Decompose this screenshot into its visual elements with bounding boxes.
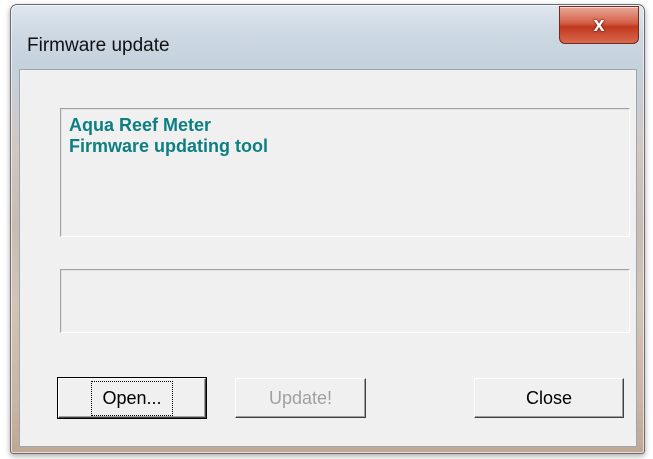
update-button[interactable]: Update! bbox=[235, 378, 366, 418]
dialog-client-area: Aqua Reef Meter Firmware updating tool O… bbox=[19, 69, 637, 447]
firmware-update-window: Firmware update x Aqua Reef Meter Firmwa… bbox=[10, 4, 645, 454]
tool-description-label: Firmware updating tool bbox=[69, 136, 269, 156]
status-panel bbox=[60, 269, 630, 333]
window-close-button[interactable]: x bbox=[559, 6, 639, 44]
open-button-label: Open... bbox=[91, 380, 173, 416]
close-icon: x bbox=[593, 13, 605, 36]
window-title: Firmware update bbox=[27, 35, 170, 56]
open-button[interactable]: Open... bbox=[57, 377, 207, 419]
product-name-label: Aqua Reef Meter bbox=[69, 115, 212, 135]
info-panel: Aqua Reef Meter Firmware updating tool bbox=[60, 108, 630, 237]
close-button[interactable]: Close bbox=[474, 378, 624, 418]
